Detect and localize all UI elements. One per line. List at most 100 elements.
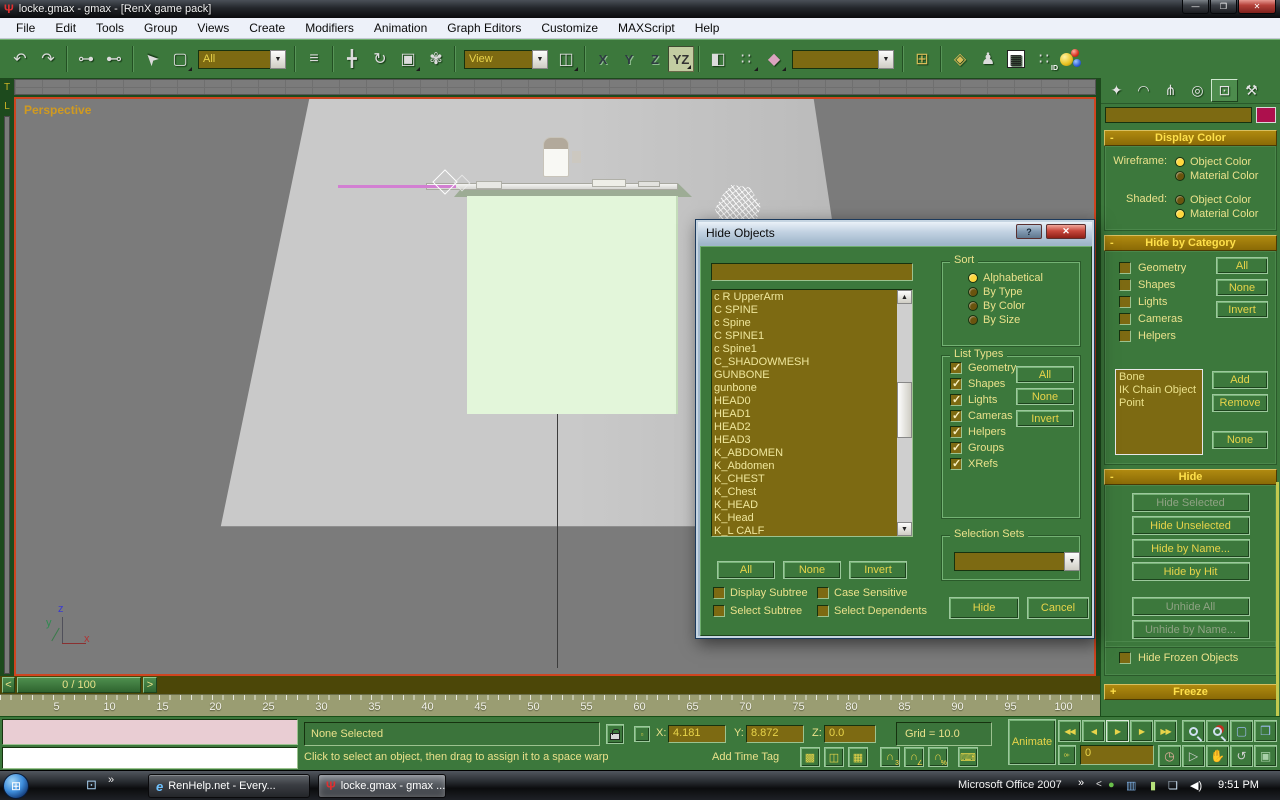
dropdown-arrow-icon[interactable]: ▼ [878,50,894,69]
list-types-all-button[interactable]: All [1016,366,1074,383]
radio-option[interactable]: Object Color [1175,194,1258,206]
object-list-item[interactable]: K_Abdomen [714,460,894,473]
mirror-icon[interactable]: ◧ [704,45,732,73]
object-list-item[interactable]: C SPINE1 [714,330,894,343]
go-to-start-button[interactable]: ◀◀ [1058,720,1081,742]
checkbox-icon[interactable] [950,394,962,406]
tab-hierarchy-icon[interactable]: ⋔ [1157,79,1184,102]
select-object-icon[interactable]: ➤ [138,45,166,73]
category-add-button[interactable]: Add [1212,371,1268,389]
checkbox-icon[interactable] [817,587,829,599]
volume-tray-icon[interactable]: ◀) [1190,779,1202,792]
show-desktop-icon[interactable]: ⊡ [86,777,97,793]
use-pivot-center-icon[interactable]: ◫ [552,45,580,73]
object-list-item[interactable]: K_CHEST [714,473,894,486]
checkbox-icon[interactable] [950,442,962,454]
align-icon[interactable]: ◆ [760,45,788,73]
object-list-item[interactable]: K_L CALF [714,525,894,537]
menu-item[interactable]: Create [239,18,295,38]
sort-radio-option[interactable]: By Size [968,314,1080,326]
start-button[interactable]: ⊞ [3,773,29,799]
category-all-button[interactable]: All [1216,257,1268,274]
menu-item[interactable]: Modifiers [295,18,364,38]
checkbox-icon[interactable] [1119,313,1131,325]
object-list-item[interactable]: gunbone [714,382,894,395]
object-list-item[interactable]: HEAD0 [714,395,894,408]
select-and-move-icon[interactable]: ╋ [338,45,366,73]
checkbox-icon[interactable] [1119,296,1131,308]
checkbox-icon[interactable] [950,410,962,422]
previous-frame-arrow[interactable]: < [2,677,15,693]
checkbox-icon[interactable] [950,426,962,438]
track-view-icon[interactable]: ⊞ [908,45,936,73]
hide-rollout-header[interactable]: - Hide [1104,469,1277,485]
category-list-item[interactable]: Point [1119,397,1199,410]
tray-chevron-icon[interactable]: » [1078,777,1084,789]
box-object[interactable] [467,196,678,414]
checkbox-icon[interactable] [713,605,725,617]
tab-modify-icon[interactable]: ◠ [1130,79,1157,102]
named-selection-sets-dropdown[interactable]: ▼ [792,50,894,69]
category-list-item[interactable]: Bone [1119,371,1199,384]
select-none-button[interactable]: None [783,561,841,579]
checkbox-icon[interactable] [713,587,725,599]
time-slider-handle[interactable]: 0 / 100 [17,677,141,693]
object-list-item[interactable]: HEAD3 [714,434,894,447]
checkbox-icon[interactable] [1119,330,1131,342]
list-types-none-button[interactable]: None [1016,388,1074,405]
object-list-item[interactable]: GUNBONE [714,369,894,382]
selection-sets-dropdown[interactable]: ▼ [954,552,1080,571]
y-coordinate-field[interactable]: 8.872 [746,725,804,743]
object-list-item[interactable]: C SPINE [714,304,894,317]
next-frame-arrow[interactable]: > [143,677,157,693]
isometric-view-toggle[interactable]: ▩ [800,747,820,767]
checkbox-icon[interactable] [950,362,962,374]
category-list-item[interactable]: IK Chain Object [1119,384,1199,397]
hide-action-button[interactable]: Hide Unselected [1132,516,1250,535]
display-tray-icon[interactable]: ▥ [1126,779,1136,792]
select-and-link-icon[interactable]: ⊶ [72,45,100,73]
category-none-button[interactable]: None [1216,279,1268,296]
radio-option[interactable]: Material Color [1175,170,1258,182]
taskbar-button-gmax[interactable]: Ψ locke.gmax - gmax ... [318,774,446,798]
object-name-field[interactable] [1105,107,1252,123]
object-list-item[interactable]: C_SHADOWMESH [714,356,894,369]
top-viewport-minimized[interactable] [14,79,1096,95]
rectangular-selection-region-icon[interactable]: ▢ [166,45,194,73]
dialog-option-checkbox-row[interactable]: Case Sensitive [817,587,931,599]
track-bar-ruler[interactable]: 5101520253035404550556065707580859095100 [0,694,1105,716]
zoom-extents-all-icon[interactable]: ❒ [1254,720,1277,742]
x-coordinate-field[interactable]: 4.181 [668,725,726,743]
radio-option[interactable]: Object Color [1175,156,1258,168]
select-and-scale-icon[interactable]: ▣ [394,45,422,73]
schematic-view-icon[interactable]: ◈ [946,45,974,73]
category-custom-list[interactable]: BoneIK Chain ObjectPoint [1115,369,1203,455]
select-and-manipulate-icon[interactable]: ✾ [422,45,450,73]
list-types-invert-button[interactable]: Invert [1016,410,1074,427]
object-list-item[interactable]: HEAD2 [714,421,894,434]
network-tray-icon[interactable]: ❏ [1168,779,1178,792]
restrict-x-button[interactable]: X [590,46,616,72]
maxscript-mini-listener-white[interactable] [2,747,298,769]
gmax-app-icon[interactable]: Ψ [4,2,14,16]
category-remove-button[interactable]: Remove [1212,394,1268,412]
menu-item[interactable]: Group [134,18,187,38]
reference-coordinate-dropdown[interactable]: View ▼ [464,50,548,69]
freeze-rollout-header[interactable]: + Freeze [1104,684,1277,700]
tab-utilities-icon[interactable]: ⚒ [1238,79,1265,102]
tab-motion-icon[interactable]: ◎ [1184,79,1211,102]
array-icon[interactable]: ∷ [732,45,760,73]
tab-create-icon[interactable]: ✦ [1103,79,1130,102]
field-of-view-icon[interactable]: ▷ [1182,745,1205,767]
object-list[interactable]: c R UpperArmC SPINEc SpineC SPINE1c Spin… [711,289,913,537]
selection-lock-button[interactable] [606,724,624,744]
render-toggle[interactable]: ▦ [848,747,868,767]
left-viewport-minimized[interactable] [4,116,10,674]
taskbar-clock[interactable]: 9:51 PM [1218,779,1259,791]
radio-icon[interactable] [1175,195,1185,205]
zoom-all-icon[interactable] [1206,720,1229,742]
hide-action-button[interactable]: Hide Selected [1132,493,1250,512]
object-list-item[interactable]: HEAD1 [714,408,894,421]
taskbar-button-renhelp[interactable]: e RenHelp.net - Every... [148,774,310,798]
dropdown-arrow-icon[interactable]: ▼ [1064,552,1080,571]
